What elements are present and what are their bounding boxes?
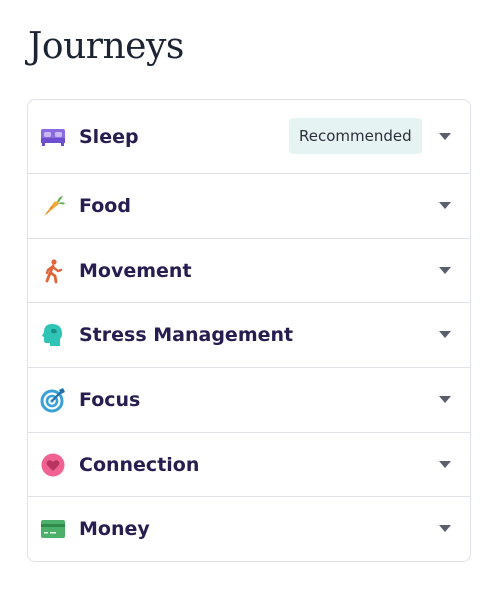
journey-row-connection[interactable]: Connection <box>28 431 470 497</box>
credit-card-icon <box>40 516 66 542</box>
chevron-down-icon[interactable] <box>439 266 451 276</box>
journey-row-movement[interactable]: Movement <box>28 237 470 303</box>
chevron-down-icon[interactable] <box>439 330 451 340</box>
journey-row-focus[interactable]: Focus <box>28 367 470 432</box>
chevron-down-icon[interactable] <box>439 132 451 142</box>
journey-label-money: Money <box>79 518 150 541</box>
carrot-icon <box>40 193 66 219</box>
journey-label-connection: Connection <box>79 453 200 476</box>
journey-label-food: Food <box>79 194 131 217</box>
journey-label-focus: Focus <box>79 388 141 411</box>
walking-person-icon <box>40 258 66 284</box>
journey-row-money[interactable]: Money <box>28 496 470 561</box>
journey-row-stress-management[interactable]: Stress Management <box>28 302 470 367</box>
journey-label-movement: Movement <box>79 259 192 282</box>
chevron-down-icon[interactable] <box>439 460 451 470</box>
page-title: Journeys <box>28 26 184 67</box>
target-icon <box>40 387 66 413</box>
journey-label-stress-management: Stress Management <box>79 324 294 347</box>
journey-label-sleep: Sleep <box>79 125 139 148</box>
journeys-page: Journeys Sleep Recommended Food Movement… <box>0 0 500 589</box>
heart-icon <box>40 452 66 478</box>
journey-row-food[interactable]: Food <box>28 173 470 238</box>
chevron-down-icon[interactable] <box>439 201 451 211</box>
bed-icon <box>40 124 66 150</box>
head-brain-icon <box>40 322 66 348</box>
chevron-down-icon[interactable] <box>439 395 451 405</box>
journey-row-sleep[interactable]: Sleep Recommended <box>28 100 470 173</box>
chevron-down-icon[interactable] <box>439 524 451 534</box>
recommended-badge: Recommended <box>289 118 422 154</box>
journey-list: Sleep Recommended Food Movement Stress M… <box>27 99 471 563</box>
